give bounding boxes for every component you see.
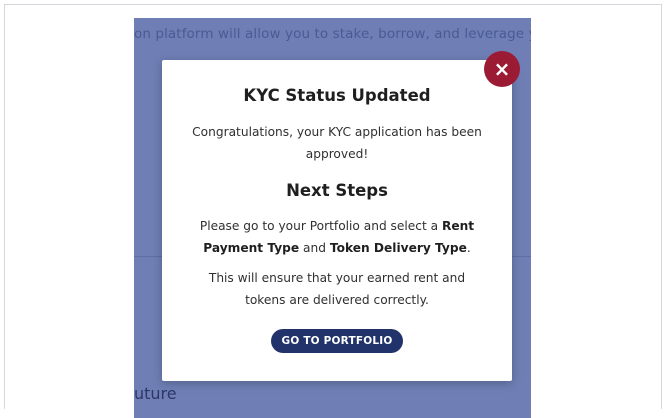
modal-subtitle: Next Steps xyxy=(286,181,388,200)
next-steps-instructions: Please go to your Portfolio and select a… xyxy=(180,215,494,259)
background-section-heading: uture xyxy=(134,384,177,403)
close-icon[interactable]: × xyxy=(484,51,520,87)
modal-title: KYC Status Updated xyxy=(243,86,431,105)
background-description-text: on platform will allow you to stake, bor… xyxy=(134,26,531,42)
kyc-status-modal: KYC Status Updated Congratulations, your… xyxy=(162,60,512,381)
go-to-portfolio-button[interactable]: GO TO PORTFOLIO xyxy=(271,329,403,353)
instructions-text-1: Please go to your Portfolio and select a xyxy=(199,219,442,233)
modal-message: Congratulations, your KYC application ha… xyxy=(192,125,482,161)
modal-note: This will ensure that your earned rent a… xyxy=(208,271,466,307)
instructions-text-2: and xyxy=(299,241,330,255)
instructions-text-3: . xyxy=(466,241,471,255)
token-delivery-type-text: Token Delivery Type xyxy=(329,241,467,255)
